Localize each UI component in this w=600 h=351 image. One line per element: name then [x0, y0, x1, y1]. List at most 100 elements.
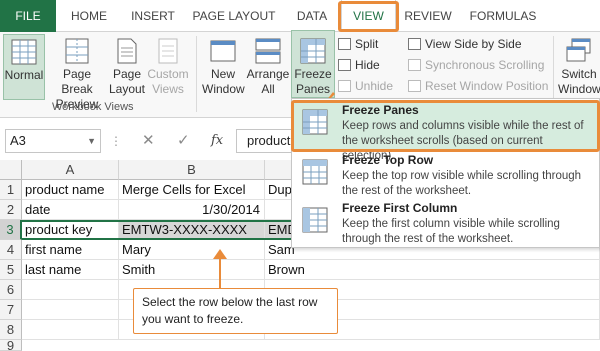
- normal-view-button[interactable]: Normal: [3, 34, 45, 100]
- row-header[interactable]: 2: [0, 200, 22, 220]
- tab-page-layout[interactable]: PAGE LAYOUT: [188, 0, 280, 32]
- custom-views-label-2: Views: [152, 82, 184, 96]
- reset-window-position-icon: [408, 80, 421, 92]
- cell-a5[interactable]: last name: [22, 260, 119, 280]
- arrange-all-button[interactable]: Arrange All: [246, 38, 290, 102]
- instruction-callout: Select the row below the last row you wa…: [133, 288, 338, 334]
- hide-label: Hide: [355, 58, 380, 72]
- cell-b1[interactable]: Merge Cells for Excel: [119, 180, 265, 200]
- arrange-all-label-2: All: [261, 82, 275, 96]
- ribbon-separator: [196, 36, 197, 112]
- split-icon: [338, 38, 351, 50]
- menu-item-description: Keep the first column visible while scro…: [342, 218, 560, 245]
- menu-item-title: Freeze Top Row: [342, 153, 434, 167]
- arrange-all-label-1: Arrange: [246, 67, 290, 81]
- custom-views-button[interactable]: Custom Views: [146, 38, 190, 102]
- switch-windows-label-1: Switch: [561, 67, 597, 81]
- new-window-button[interactable]: New Window: [202, 38, 245, 102]
- switch-windows-icon: [566, 38, 591, 62]
- freeze-panes-label-1: Freeze: [294, 67, 332, 81]
- cell-a3[interactable]: product key: [22, 220, 119, 240]
- cell-a4[interactable]: first name: [22, 240, 119, 260]
- view-side-by-side-button[interactable]: View Side by Side: [408, 35, 522, 53]
- row-header-selected[interactable]: 3: [0, 220, 22, 240]
- tab-file[interactable]: FILE: [0, 0, 56, 32]
- new-window-icon: [210, 40, 236, 62]
- synchronous-scrolling-icon: [408, 59, 421, 71]
- new-window-label-2: Window: [202, 82, 245, 96]
- cell-a7[interactable]: [22, 300, 119, 320]
- freeze-first-column-icon: [302, 207, 328, 233]
- freeze-panes-item-highlight: [291, 100, 600, 152]
- view-side-by-side-label: View Side by Side: [425, 37, 522, 51]
- callout-arrow-icon: [213, 249, 227, 289]
- split-button[interactable]: Split: [338, 35, 378, 53]
- menu-item-title: Freeze First Column: [342, 201, 458, 215]
- custom-views-icon: [158, 38, 178, 64]
- switch-windows-button[interactable]: Switch Window: [558, 38, 600, 102]
- new-window-label-1: New: [210, 67, 235, 81]
- tab-insert[interactable]: INSERT: [122, 0, 184, 32]
- normal-view-label: Normal: [4, 68, 44, 82]
- cell-b3[interactable]: EMTW3-XXXX-XXXX: [119, 220, 265, 240]
- name-box[interactable]: A3 ▼: [5, 129, 101, 153]
- page-layout-label-1: Page: [112, 67, 142, 81]
- cancel-icon[interactable]: ✕: [142, 131, 155, 149]
- unhide-button[interactable]: Unhide: [338, 77, 393, 95]
- row-header[interactable]: 1: [0, 180, 22, 200]
- row-header[interactable]: 8: [0, 320, 22, 340]
- name-box-dropdown-icon[interactable]: ▼: [87, 130, 96, 152]
- column-header-b[interactable]: B: [119, 160, 265, 180]
- cell-b2[interactable]: 1/30/2014: [119, 200, 265, 220]
- tab-formulas[interactable]: FORMULAS: [462, 0, 544, 32]
- normal-view-icon: [11, 39, 37, 65]
- cell-a8[interactable]: [22, 320, 119, 340]
- reset-window-position-button[interactable]: Reset Window Position: [408, 77, 548, 95]
- side-by-side-icon: [408, 38, 421, 50]
- cell-a6[interactable]: [22, 280, 119, 300]
- page-layout-view-button[interactable]: Page Layout: [108, 38, 146, 102]
- synchronous-scrolling-label: Synchronous Scrolling: [425, 58, 545, 72]
- cell-a1[interactable]: product name: [22, 180, 119, 200]
- column-header-a[interactable]: A: [22, 160, 119, 180]
- cell-b5[interactable]: Smith: [119, 260, 265, 280]
- page-break-preview-icon: [65, 38, 89, 64]
- ribbon-tabs: FILE HOME INSERT PAGE LAYOUT DATA VIEW R…: [0, 0, 600, 33]
- row-header[interactable]: 9: [0, 340, 22, 351]
- view-tab-highlight: [338, 1, 399, 32]
- enter-icon[interactable]: ✓: [177, 131, 190, 149]
- cell-b4[interactable]: Mary: [119, 240, 265, 260]
- row-header[interactable]: 5: [0, 260, 22, 280]
- freeze-panes-icon: [300, 38, 326, 64]
- page-layout-icon: [117, 38, 137, 64]
- custom-views-label-1: Custom: [147, 67, 189, 81]
- freeze-top-row-icon: [302, 159, 328, 185]
- split-label: Split: [355, 37, 379, 51]
- page-break-label-1: Page Break: [61, 67, 93, 96]
- page-layout-label-2: Layout: [108, 82, 146, 96]
- hide-button[interactable]: Hide: [338, 56, 380, 74]
- switch-windows-label-2: Window: [558, 82, 600, 96]
- arrange-all-icon: [255, 38, 281, 64]
- row-header[interactable]: 6: [0, 280, 22, 300]
- reset-window-position-label: Reset Window Position: [425, 79, 549, 93]
- cell-a2[interactable]: date: [22, 200, 119, 220]
- name-box-value: A3: [10, 133, 26, 148]
- menu-item-freeze-first-column[interactable]: Freeze First Column Keep the first colum…: [292, 199, 599, 247]
- unhide-label: Unhide: [355, 79, 394, 93]
- cell-c5[interactable]: Brown: [265, 260, 600, 280]
- formula-bar-grip-icon[interactable]: ⋮: [110, 134, 123, 148]
- menu-item-freeze-top-row[interactable]: Freeze Top Row Keep the top row visible …: [292, 151, 599, 199]
- synchronous-scrolling-button[interactable]: Synchronous Scrolling: [408, 56, 544, 74]
- tab-data[interactable]: DATA: [288, 0, 336, 32]
- tab-home[interactable]: HOME: [60, 0, 118, 32]
- page-break-preview-button[interactable]: Page Break Preview: [48, 38, 106, 111]
- insert-function-icon[interactable]: fx: [211, 133, 223, 148]
- unhide-icon: [338, 80, 351, 92]
- tab-review[interactable]: REVIEW: [400, 0, 456, 32]
- select-all-corner[interactable]: [0, 160, 22, 180]
- row-header[interactable]: 4: [0, 240, 22, 260]
- menu-item-description: Keep the top row visible while scrolling…: [342, 170, 582, 197]
- row-header[interactable]: 7: [0, 300, 22, 320]
- hide-icon: [338, 59, 351, 71]
